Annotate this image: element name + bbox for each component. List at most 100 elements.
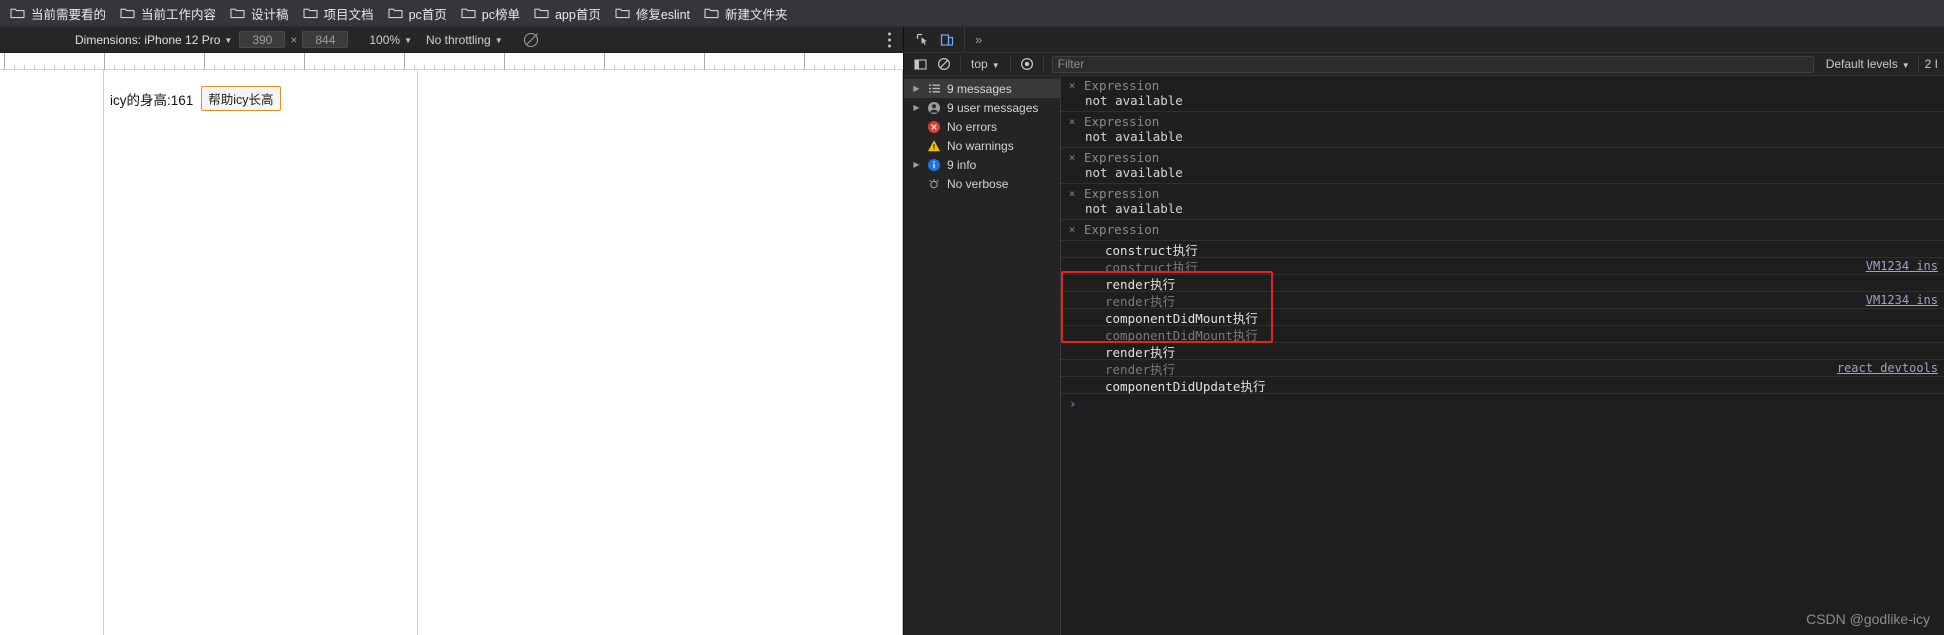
live-expression-icon[interactable]: [1015, 54, 1039, 74]
issues-counter[interactable]: 2 I: [1917, 57, 1944, 71]
console-log-row[interactable]: render执行: [1061, 343, 1944, 360]
bookmark-item[interactable]: 当前工作内容: [114, 1, 224, 26]
bookmark-item[interactable]: 项目文档: [297, 1, 382, 26]
chevron-right-icon[interactable]: ▶: [912, 84, 921, 93]
console-sidebar-item-label: 9 messages: [947, 81, 1012, 96]
bookmark-item[interactable]: 新建文件夹: [698, 1, 796, 26]
user-icon: [927, 101, 941, 115]
chevron-right-icon[interactable]: ▶: [912, 160, 921, 169]
ruler-tick: [104, 53, 105, 70]
zoom-selector[interactable]: 100% ▼: [362, 33, 419, 47]
expression-value: not available: [1085, 165, 1183, 180]
device-dimensions-label: Dimensions: iPhone 12 Pro: [75, 32, 221, 47]
height-text: icy的身高:161: [110, 92, 194, 108]
rendered-page: icy的身高:161 帮助icy长高: [104, 70, 417, 111]
devtools-tool-icons: [904, 27, 965, 52]
console-sidebar-item[interactable]: ▶No verbose: [904, 174, 1060, 193]
pane-divider[interactable]: [902, 70, 903, 635]
console-sidebar-item[interactable]: ▶No errors: [904, 117, 1060, 136]
list-icon: [927, 82, 941, 96]
viewport-area: icy的身高:161 帮助icy长高: [0, 70, 903, 635]
ruler-tick: [304, 53, 305, 70]
console-log-source[interactable]: VM1234 ins: [1866, 259, 1938, 273]
verbose-icon: [927, 177, 941, 191]
console-log-row[interactable]: componentDidUpdate执行: [1061, 377, 1944, 394]
execution-context-selector[interactable]: top ▼: [965, 57, 1006, 71]
bookmark-item[interactable]: pc首页: [382, 1, 455, 26]
expression-title: Expression: [1084, 78, 1160, 93]
bookmark-label: 当前工作内容: [141, 7, 217, 22]
log-levels-selector[interactable]: Default levels ▼: [1818, 57, 1918, 71]
console-log-row[interactable]: construct执行: [1061, 241, 1944, 258]
ruler-tick: [404, 53, 405, 70]
console-expression-message[interactable]: × Expression not available: [1061, 184, 1944, 220]
console-expression-message[interactable]: × Expression not available: [1061, 112, 1944, 148]
console-log-row[interactable]: componentDidMount执行: [1061, 309, 1944, 326]
expression-title: Expression: [1084, 150, 1160, 165]
ruler-tick: [804, 53, 805, 70]
console-sidebar-item-label: No errors: [947, 119, 998, 134]
viewport-height-input[interactable]: [302, 31, 349, 48]
bookmark-label: app首页: [554, 7, 601, 22]
console-log-source[interactable]: react devtools: [1837, 361, 1938, 375]
throttling-selector[interactable]: No throttling ▼: [419, 33, 510, 47]
close-icon[interactable]: ×: [1067, 115, 1077, 128]
console-sidebar-item-label: No warnings: [947, 138, 1014, 153]
more-options-icon[interactable]: [888, 32, 891, 47]
bookmark-item[interactable]: 设计稿: [224, 1, 297, 26]
device-emulation-pane: Dimensions: iPhone 12 Pro ▼ × 100% ▼ No …: [0, 27, 903, 635]
bookmark-item[interactable]: app首页: [528, 1, 609, 26]
console-expression-message[interactable]: × Expression: [1061, 220, 1944, 241]
bookmarks-bar: 当前需要看的 当前工作内容 设计稿 项目文档 pc首页 pc榜单 app首页 修复eslint…: [0, 0, 1944, 27]
console-log-source[interactable]: VM1234 ins: [1866, 293, 1938, 307]
clear-console-icon[interactable]: [932, 54, 956, 74]
expression-title: Expression: [1084, 222, 1160, 237]
ruler-tick: [604, 53, 605, 70]
close-icon[interactable]: ×: [1067, 187, 1077, 200]
bookmark-item[interactable]: 修复eslint: [609, 1, 698, 26]
console-prompt[interactable]: ›: [1061, 394, 1944, 412]
more-tabs-button[interactable]: »: [965, 27, 992, 52]
devtools-tabbar: »: [904, 27, 1944, 53]
console-log-row[interactable]: componentDidMount执行: [1061, 326, 1944, 343]
console-sidebar-item[interactable]: ▶No warnings: [904, 136, 1060, 155]
chevron-down-icon: ▼: [494, 36, 503, 45]
grow-button[interactable]: 帮助icy长高: [201, 86, 281, 111]
console-messages[interactable]: × Expression not available × Expression not a…: [1061, 76, 1944, 635]
console-log-row[interactable]: construct执行 VM1234 ins: [1061, 258, 1944, 275]
bookmark-label: 新建文件夹: [725, 7, 788, 22]
close-icon[interactable]: ×: [1067, 79, 1077, 92]
watermark: CSDN @godlike-icy: [1806, 611, 1930, 627]
no-throttling-icon: [523, 32, 538, 47]
rotate-button[interactable]: [510, 32, 545, 47]
chevron-right-icon[interactable]: ▶: [912, 103, 921, 112]
console-sidebar-item-label: 9 user messages: [947, 100, 1039, 115]
folder-icon: [230, 7, 245, 19]
execution-context-label: top: [971, 57, 988, 71]
ruler-tick: [504, 53, 505, 70]
chevron-down-icon: ▼: [224, 36, 233, 45]
console-sidebar-item[interactable]: ▶ 9 user messages: [904, 98, 1060, 117]
close-icon[interactable]: ×: [1067, 223, 1077, 236]
console-sidebar-item-label: No verbose: [947, 176, 1009, 191]
console-sidebar-toggle-icon[interactable]: [908, 54, 932, 74]
viewport-width-input[interactable]: [239, 31, 286, 48]
console-sidebar-item[interactable]: ▶ 9 messages: [904, 79, 1060, 98]
bookmark-item[interactable]: pc榜单: [455, 1, 528, 26]
expression-value: not available: [1085, 93, 1183, 108]
console-log-row[interactable]: render执行 VM1234 ins: [1061, 292, 1944, 309]
console-prompt-caret: ›: [1069, 395, 1077, 411]
console-expression-message[interactable]: × Expression not available: [1061, 76, 1944, 112]
device-toolbar-icon[interactable]: [936, 31, 958, 49]
console-expression-message[interactable]: × Expression not available: [1061, 148, 1944, 184]
console-log-text: componentDidUpdate执行: [1105, 378, 1266, 394]
close-icon[interactable]: ×: [1067, 151, 1077, 164]
console-log-row[interactable]: render执行: [1061, 275, 1944, 292]
device-dimensions-selector[interactable]: Dimensions: iPhone 12 Pro ▼: [68, 33, 239, 47]
console-log-row[interactable]: render执行 react devtools: [1061, 360, 1944, 377]
bookmark-item[interactable]: 当前需要看的: [4, 1, 114, 26]
inspect-element-icon[interactable]: [912, 31, 934, 49]
console-sidebar-item[interactable]: ▶ 9 info: [904, 155, 1060, 174]
console-filter-input[interactable]: [1051, 55, 1814, 73]
ruler-tick: [4, 53, 5, 70]
